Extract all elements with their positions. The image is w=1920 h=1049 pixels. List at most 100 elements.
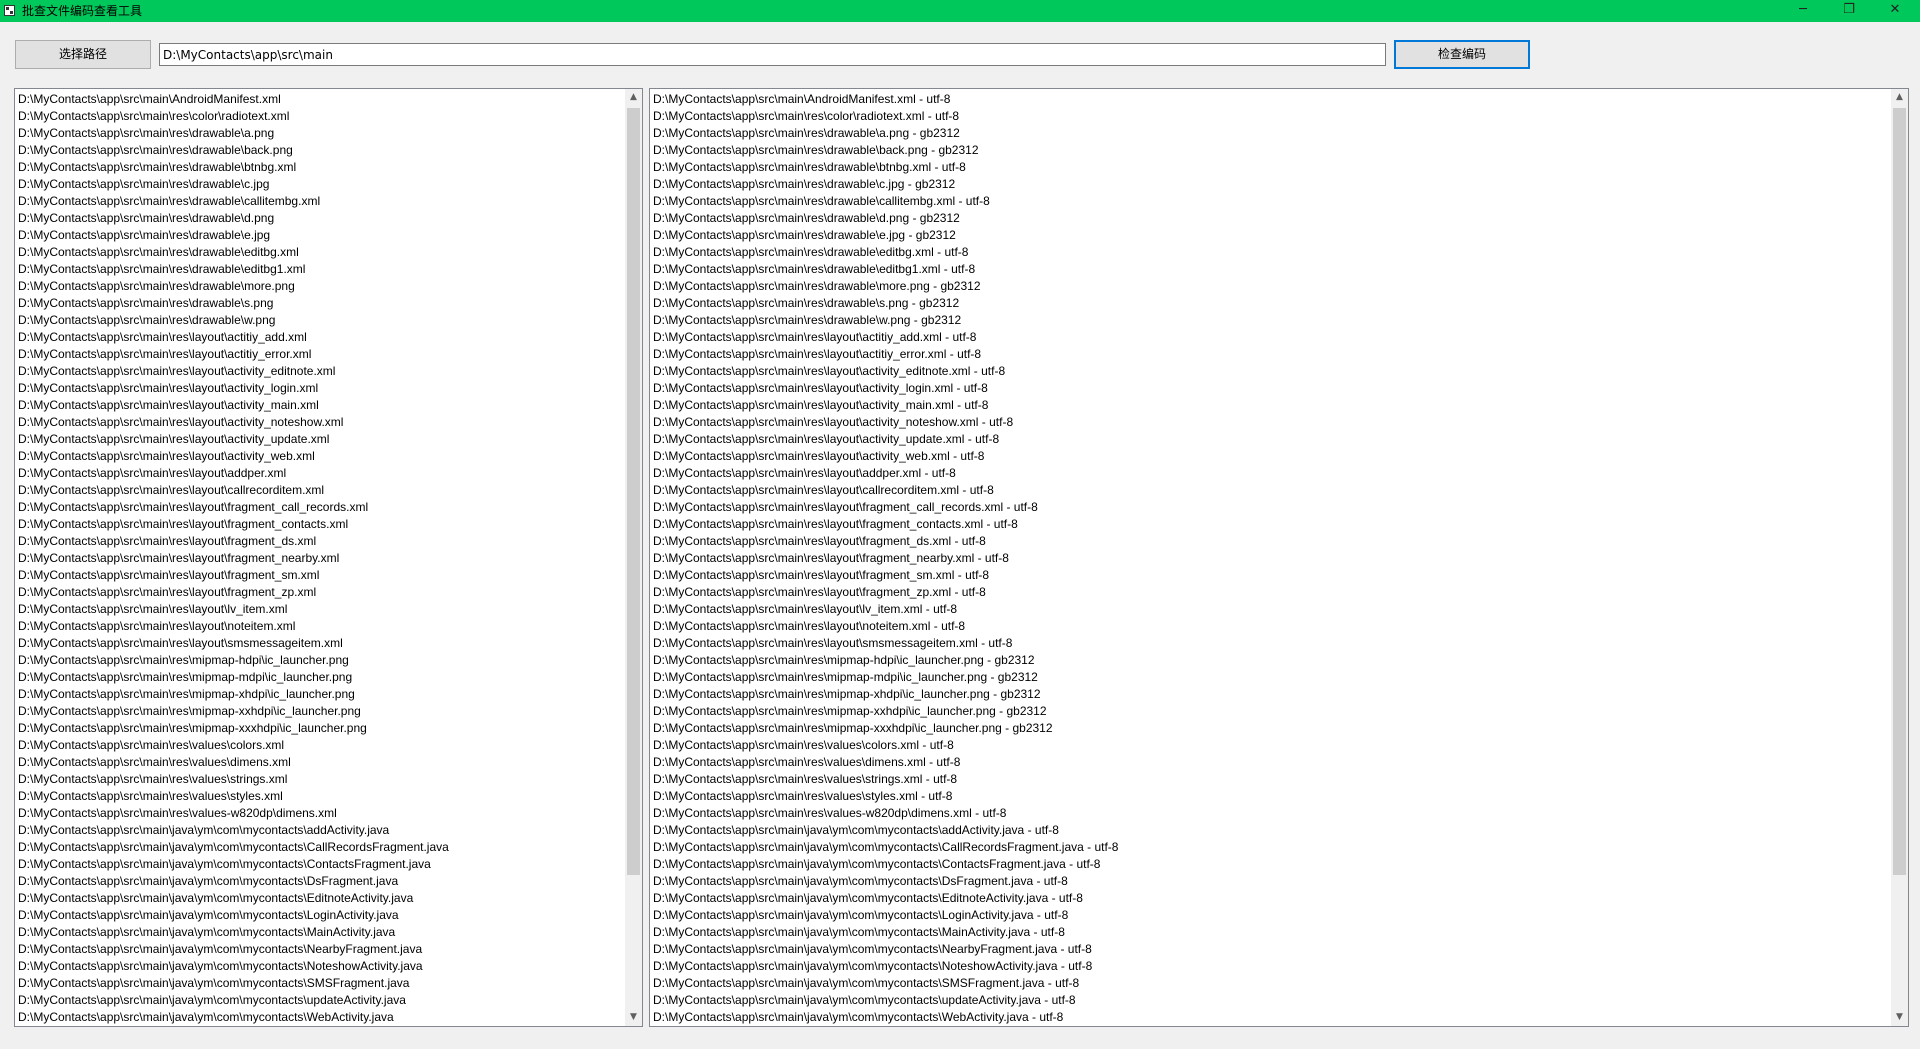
list-item[interactable]: D:\MyContacts\app\src\main\res\drawable\…	[18, 210, 622, 227]
list-item[interactable]: D:\MyContacts\app\src\main\java\ym\com\m…	[653, 992, 1888, 1009]
list-item[interactable]: D:\MyContacts\app\src\main\res\values-w8…	[18, 805, 622, 822]
list-item[interactable]: D:\MyContacts\app\src\main\res\values\di…	[18, 754, 622, 771]
list-item[interactable]: D:\MyContacts\app\src\main\res\layout\ad…	[18, 465, 622, 482]
scroll-down-icon[interactable]: ▼	[625, 1009, 642, 1026]
list-item[interactable]: D:\MyContacts\app\src\main\java\ym\com\m…	[18, 890, 622, 907]
scroll-thumb[interactable]	[627, 108, 640, 875]
list-item[interactable]: D:\MyContacts\app\src\main\res\mipmap-md…	[18, 669, 622, 686]
list-item[interactable]: D:\MyContacts\app\src\main\res\layout\ac…	[18, 380, 622, 397]
list-item[interactable]: D:\MyContacts\app\src\main\res\drawable\…	[18, 142, 622, 159]
maximize-button[interactable]: ❐	[1826, 0, 1872, 22]
list-item[interactable]: D:\MyContacts\app\src\main\res\layout\ac…	[18, 329, 622, 346]
list-item[interactable]: D:\MyContacts\app\src\main\res\mipmap-xx…	[653, 703, 1888, 720]
list-item[interactable]: D:\MyContacts\app\src\main\res\drawable\…	[18, 278, 622, 295]
list-item[interactable]: D:\MyContacts\app\src\main\res\layout\lv…	[653, 601, 1888, 618]
list-item[interactable]: D:\MyContacts\app\src\main\res\values\co…	[18, 737, 622, 754]
list-item[interactable]: D:\MyContacts\app\src\main\java\ym\com\m…	[653, 873, 1888, 890]
list-item[interactable]: D:\MyContacts\app\src\main\res\layout\fr…	[18, 584, 622, 601]
list-item[interactable]: D:\MyContacts\app\src\main\res\drawable\…	[653, 261, 1888, 278]
list-item[interactable]: D:\MyContacts\app\src\main\java\ym\com\m…	[18, 1009, 622, 1026]
list-item[interactable]: D:\MyContacts\app\src\main\java\ym\com\m…	[18, 958, 622, 975]
scroll-up-icon[interactable]: ▲	[625, 89, 642, 106]
list-item[interactable]: D:\MyContacts\app\src\main\java\ym\com\m…	[18, 992, 622, 1009]
list-item[interactable]: D:\MyContacts\app\src\main\java\ym\com\m…	[18, 856, 622, 873]
list-item[interactable]: D:\MyContacts\app\src\main\res\layout\ac…	[653, 431, 1888, 448]
list-item[interactable]: D:\MyContacts\app\src\main\res\drawable\…	[18, 312, 622, 329]
list-item[interactable]: D:\MyContacts\app\src\main\res\layout\ac…	[653, 363, 1888, 380]
list-item[interactable]: D:\MyContacts\app\src\main\res\mipmap-md…	[653, 669, 1888, 686]
list-item[interactable]: D:\MyContacts\app\src\main\res\layout\fr…	[18, 533, 622, 550]
list-item[interactable]: D:\MyContacts\app\src\main\res\mipmap-xx…	[18, 720, 622, 737]
list-item[interactable]: D:\MyContacts\app\src\main\res\layout\fr…	[653, 550, 1888, 567]
list-item[interactable]: D:\MyContacts\app\src\main\res\layout\fr…	[653, 567, 1888, 584]
list-item[interactable]: D:\MyContacts\app\src\main\java\ym\com\m…	[18, 839, 622, 856]
list-item[interactable]: D:\MyContacts\app\src\main\java\ym\com\m…	[653, 975, 1888, 992]
list-item[interactable]: D:\MyContacts\app\src\main\res\layout\no…	[653, 618, 1888, 635]
list-item[interactable]: D:\MyContacts\app\src\main\res\layout\fr…	[18, 516, 622, 533]
list-item[interactable]: D:\MyContacts\app\src\main\res\layout\ac…	[653, 380, 1888, 397]
list-item[interactable]: D:\MyContacts\app\src\main\res\layout\fr…	[653, 533, 1888, 550]
list-item[interactable]: D:\MyContacts\app\src\main\res\mipmap-xh…	[18, 686, 622, 703]
list-item[interactable]: D:\MyContacts\app\src\main\res\layout\ac…	[18, 363, 622, 380]
list-item[interactable]: D:\MyContacts\app\src\main\java\ym\com\m…	[653, 941, 1888, 958]
list-item[interactable]: D:\MyContacts\app\src\main\res\values-w8…	[653, 805, 1888, 822]
list-item[interactable]: D:\MyContacts\app\src\main\java\ym\com\m…	[653, 890, 1888, 907]
list-item[interactable]: D:\MyContacts\app\src\main\res\drawable\…	[18, 193, 622, 210]
list-item[interactable]: D:\MyContacts\app\src\main\res\layout\ca…	[18, 482, 622, 499]
list-item[interactable]: D:\MyContacts\app\src\main\res\drawable\…	[653, 244, 1888, 261]
list-item[interactable]: D:\MyContacts\app\src\main\res\layout\ad…	[653, 465, 1888, 482]
list-item[interactable]: D:\MyContacts\app\src\main\res\drawable\…	[18, 176, 622, 193]
list-item[interactable]: D:\MyContacts\app\src\main\res\drawable\…	[18, 244, 622, 261]
list-item[interactable]: D:\MyContacts\app\src\main\res\drawable\…	[18, 295, 622, 312]
list-item[interactable]: D:\MyContacts\app\src\main\java\ym\com\m…	[18, 822, 622, 839]
path-input[interactable]	[159, 43, 1386, 66]
list-item[interactable]: D:\MyContacts\app\src\main\res\mipmap-xh…	[653, 686, 1888, 703]
list-item[interactable]: D:\MyContacts\app\src\main\java\ym\com\m…	[18, 873, 622, 890]
list-item[interactable]: D:\MyContacts\app\src\main\res\values\st…	[18, 788, 622, 805]
list-item[interactable]: D:\MyContacts\app\src\main\res\mipmap-xx…	[653, 720, 1888, 737]
list-item[interactable]: D:\MyContacts\app\src\main\java\ym\com\m…	[18, 924, 622, 941]
list-item[interactable]: D:\MyContacts\app\src\main\res\layout\no…	[18, 618, 622, 635]
list-item[interactable]: D:\MyContacts\app\src\main\res\layout\fr…	[653, 584, 1888, 601]
list-item[interactable]: D:\MyContacts\app\src\main\res\color\rad…	[653, 108, 1888, 125]
list-item[interactable]: D:\MyContacts\app\src\main\res\drawable\…	[18, 125, 622, 142]
result-list-scrollbar[interactable]: ▲ ▼	[1891, 89, 1908, 1026]
list-item[interactable]: D:\MyContacts\app\src\main\res\drawable\…	[653, 278, 1888, 295]
list-item[interactable]: D:\MyContacts\app\src\main\res\layout\ac…	[18, 431, 622, 448]
list-item[interactable]: D:\MyContacts\app\src\main\res\layout\ca…	[653, 482, 1888, 499]
list-item[interactable]: D:\MyContacts\app\src\main\res\layout\fr…	[653, 516, 1888, 533]
list-item[interactable]: D:\MyContacts\app\src\main\res\values\st…	[653, 788, 1888, 805]
list-item[interactable]: D:\MyContacts\app\src\main\res\drawable\…	[653, 193, 1888, 210]
list-item[interactable]: D:\MyContacts\app\src\main\res\layout\sm…	[653, 635, 1888, 652]
list-item[interactable]: D:\MyContacts\app\src\main\res\layout\ac…	[18, 414, 622, 431]
list-item[interactable]: D:\MyContacts\app\src\main\res\drawable\…	[653, 295, 1888, 312]
list-item[interactable]: D:\MyContacts\app\src\main\java\ym\com\m…	[653, 839, 1888, 856]
close-button[interactable]: ✕	[1872, 0, 1918, 22]
list-item[interactable]: D:\MyContacts\app\src\main\res\drawable\…	[18, 227, 622, 244]
list-item[interactable]: D:\MyContacts\app\src\main\res\layout\ac…	[653, 448, 1888, 465]
list-item[interactable]: D:\MyContacts\app\src\main\res\drawable\…	[653, 125, 1888, 142]
list-item[interactable]: D:\MyContacts\app\src\main\res\layout\fr…	[18, 550, 622, 567]
list-item[interactable]: D:\MyContacts\app\src\main\java\ym\com\m…	[653, 1009, 1888, 1026]
list-item[interactable]: D:\MyContacts\app\src\main\res\drawable\…	[18, 159, 622, 176]
list-item[interactable]: D:\MyContacts\app\src\main\res\drawable\…	[653, 142, 1888, 159]
list-item[interactable]: D:\MyContacts\app\src\main\java\ym\com\m…	[653, 907, 1888, 924]
select-path-button[interactable]: 选择路径	[15, 40, 151, 69]
minimize-button[interactable]: ─	[1780, 0, 1826, 22]
list-item[interactable]: D:\MyContacts\app\src\main\res\layout\fr…	[18, 499, 622, 516]
list-item[interactable]: D:\MyContacts\app\src\main\res\mipmap-xx…	[18, 703, 622, 720]
list-item[interactable]: D:\MyContacts\app\src\main\java\ym\com\m…	[653, 924, 1888, 941]
list-item[interactable]: D:\MyContacts\app\src\main\res\values\co…	[653, 737, 1888, 754]
file-list-scrollbar[interactable]: ▲ ▼	[625, 89, 642, 1026]
list-item[interactable]: D:\MyContacts\app\src\main\res\layout\ac…	[18, 397, 622, 414]
list-item[interactable]: D:\MyContacts\app\src\main\res\drawable\…	[653, 312, 1888, 329]
list-item[interactable]: D:\MyContacts\app\src\main\java\ym\com\m…	[653, 856, 1888, 873]
list-item[interactable]: D:\MyContacts\app\src\main\res\values\di…	[653, 754, 1888, 771]
list-item[interactable]: D:\MyContacts\app\src\main\res\layout\sm…	[18, 635, 622, 652]
scroll-thumb[interactable]	[1893, 108, 1906, 875]
list-item[interactable]: D:\MyContacts\app\src\main\res\color\rad…	[18, 108, 622, 125]
check-encoding-button[interactable]: 检查编码	[1394, 40, 1530, 69]
scroll-up-icon[interactable]: ▲	[1891, 89, 1908, 106]
list-item[interactable]: D:\MyContacts\app\src\main\res\layout\fr…	[18, 567, 622, 584]
list-item[interactable]: D:\MyContacts\app\src\main\java\ym\com\m…	[653, 822, 1888, 839]
